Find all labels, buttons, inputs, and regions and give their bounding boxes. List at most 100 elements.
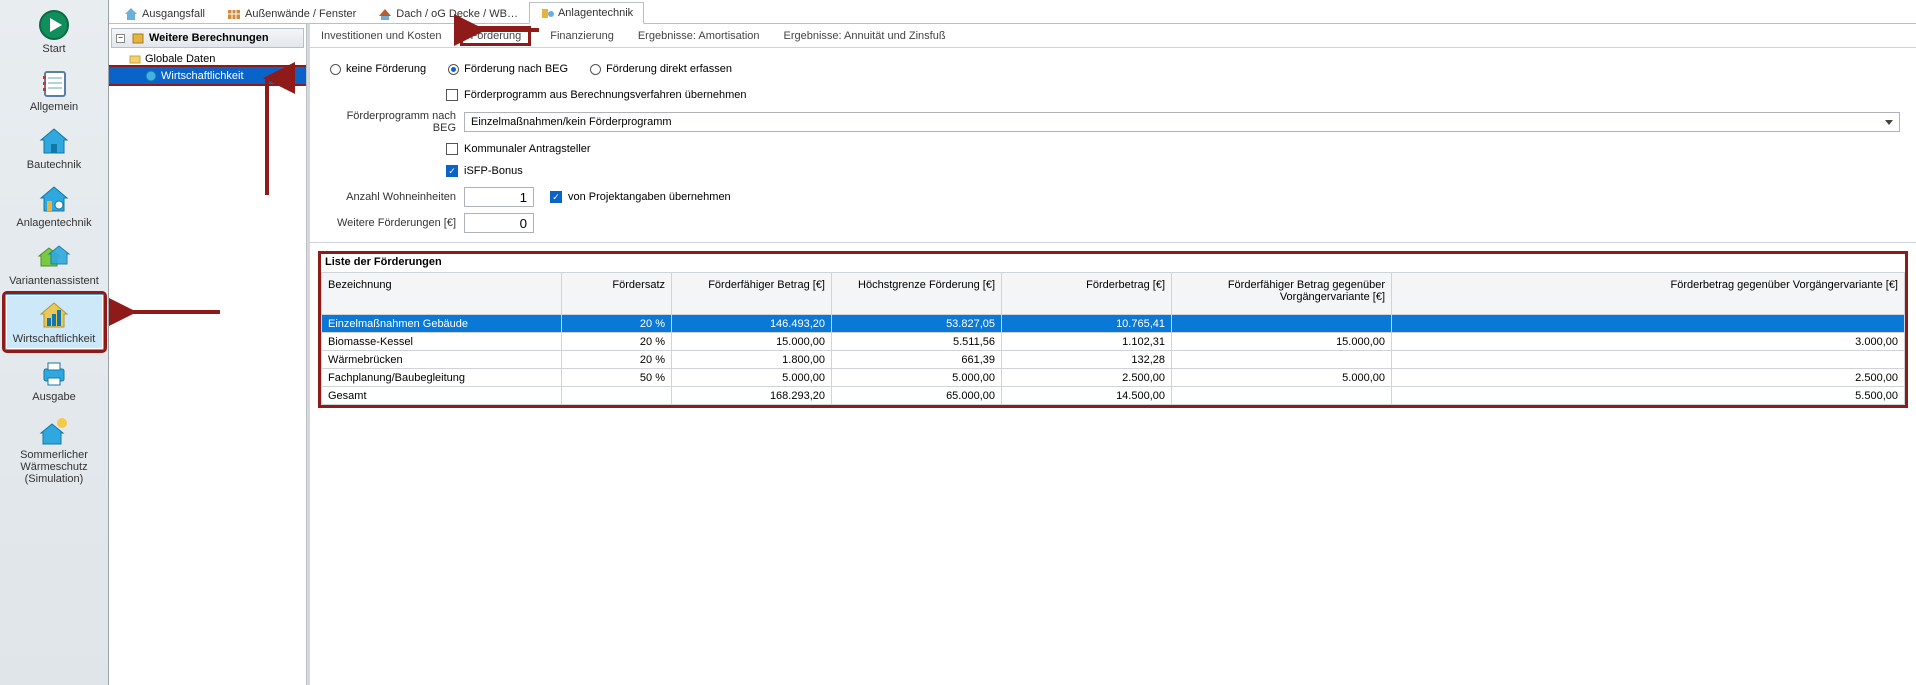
table-cell: 5.000,00 — [832, 369, 1002, 387]
tree-header-icon — [131, 31, 145, 45]
col-foerdersatz[interactable]: Fördersatz — [562, 273, 672, 315]
sidebar-item-bautechnik[interactable]: Bautechnik — [5, 120, 104, 176]
table-cell: Fachplanung/Baubegleitung — [322, 369, 562, 387]
checkbox-label: Förderprogramm aus Berechnungsverfahren … — [464, 89, 747, 101]
sidebar-item-anlagentechnik[interactable]: Anlagentechnik — [5, 178, 104, 234]
checkbox-berechnungsverfahren[interactable] — [446, 89, 458, 101]
sidebar-item-label: Start — [42, 43, 65, 55]
play-icon — [37, 8, 71, 42]
radio-foerderung-beg[interactable]: Förderung nach BEG — [448, 63, 568, 75]
subtab-amortisation[interactable]: Ergebnisse: Amortisation — [633, 28, 765, 44]
subtab-investitionen[interactable]: Investitionen und Kosten — [316, 28, 446, 44]
top-tab-anlagentechnik[interactable]: Anlagentechnik — [529, 2, 644, 24]
subtab-annuitaet[interactable]: Ergebnisse: Annuität und Zinsfuß — [779, 28, 951, 44]
table-cell: 1.102,31 — [1002, 333, 1172, 351]
radio-keine-foerderung[interactable]: keine Förderung — [330, 63, 426, 75]
sidebar-item-variantenassistent[interactable]: Variantenassistent — [5, 236, 104, 292]
checkbox-isfp[interactable] — [446, 165, 458, 177]
globe-icon — [145, 70, 157, 82]
table-cell: 5.500,00 — [1392, 387, 1905, 405]
table-cell: 65.000,00 — [832, 387, 1002, 405]
weitere-foerderungen-label: Weitere Förderungen [€] — [326, 217, 456, 229]
foerderung-radio-group: keine Förderung Förderung nach BEG Förde… — [330, 63, 732, 75]
table-cell: 168.293,20 — [672, 387, 832, 405]
tree-node-globale-daten[interactable]: Globale Daten — [109, 50, 306, 67]
table-cell: 3.000,00 — [1392, 333, 1905, 351]
sidebar-item-wirtschaftlichkeit[interactable]: Wirtschaftlichkeit — [5, 294, 104, 350]
sidebar-item-label: Allgemein — [30, 101, 78, 113]
checkbox-label: iSFP-Bonus — [464, 165, 523, 177]
weitere-foerderungen-input[interactable] — [464, 213, 534, 233]
houses-icon — [37, 240, 71, 274]
table-row[interactable]: Gesamt168.293,2065.000,0014.500,005.500,… — [322, 387, 1905, 405]
collapse-icon[interactable]: − — [116, 34, 125, 43]
sidebar-item-ausgabe[interactable]: Ausgabe — [5, 352, 104, 408]
foerderprogramm-combo[interactable]: Einzelmaßnahmen/kein Förderprogramm — [464, 112, 1900, 132]
table-row[interactable]: Biomasse-Kessel20 %15.000,005.511,561.10… — [322, 333, 1905, 351]
main-area: Ausgangsfall Außenwände / Fenster Dach /… — [109, 0, 1916, 685]
checkbox-von-projekt[interactable] — [550, 191, 562, 203]
radio-foerderung-direkt[interactable]: Förderung direkt erfassen — [590, 63, 732, 75]
table-row[interactable]: Einzelmaßnahmen Gebäude20 %146.493,2053.… — [322, 315, 1905, 333]
table-cell: 20 % — [562, 333, 672, 351]
combo-value: Einzelmaßnahmen/kein Förderprogramm — [471, 116, 672, 128]
col-foerderbetrag-vs[interactable]: Förderbetrag gegenüber Vorgängervariante… — [1392, 273, 1905, 315]
roof-icon — [378, 7, 392, 21]
content-panel: Investitionen und Kosten Förderung Finan… — [310, 24, 1916, 685]
table-cell — [1172, 315, 1392, 333]
sidebar-item-start[interactable]: Start — [5, 4, 104, 60]
top-tab-label: Dach / oG Decke / WB… — [396, 8, 518, 20]
sidebar-item-allgemein[interactable]: Allgemein — [5, 62, 104, 118]
col-foerderbetrag[interactable]: Förderbetrag [€] — [1002, 273, 1172, 315]
subtab-finanzierung[interactable]: Finanzierung — [545, 28, 619, 44]
top-tab-dach[interactable]: Dach / oG Decke / WB… — [367, 2, 529, 24]
chart-house-icon — [37, 298, 71, 332]
table-cell: Wärmebrücken — [322, 351, 562, 369]
radio-label: Förderung nach BEG — [464, 63, 568, 75]
form-area: keine Förderung Förderung nach BEG Förde… — [310, 48, 1916, 243]
col-hoechstgrenze[interactable]: Höchstgrenze Förderung [€] — [832, 273, 1002, 315]
sidebar-item-label: Sommerlicher Wärmeschutz (Simulation) — [20, 449, 88, 485]
checkbox-label: von Projektangaben übernehmen — [568, 191, 731, 203]
folder-icon — [129, 53, 141, 65]
house-blue-icon — [37, 124, 71, 158]
wall-icon — [227, 7, 241, 21]
subtab-foerderung[interactable]: Förderung — [460, 26, 531, 46]
tree-node-wirtschaftlichkeit[interactable]: Wirtschaftlichkeit — [109, 67, 306, 84]
table-cell: 132,28 — [1002, 351, 1172, 369]
table-row[interactable]: Wärmebrücken20 %1.800,00661,39132,28 — [322, 351, 1905, 369]
checkbox-label: Kommunaler Antragsteller — [464, 143, 591, 155]
radio-label: keine Förderung — [346, 63, 426, 75]
wohneinheiten-input[interactable] — [464, 187, 534, 207]
table-cell: 20 % — [562, 351, 672, 369]
table-cell — [1392, 315, 1905, 333]
col-bezeichnung[interactable]: Bezeichnung — [322, 273, 562, 315]
table-cell — [1172, 351, 1392, 369]
table-cell: 20 % — [562, 315, 672, 333]
radio-label: Förderung direkt erfassen — [606, 63, 732, 75]
table-cell: 15.000,00 — [1172, 333, 1392, 351]
subtabs: Investitionen und Kosten Förderung Finan… — [310, 24, 1916, 48]
table-caption: Liste der Förderungen — [321, 254, 1905, 272]
foerderprogramm-label: Förderprogramm nach BEG — [326, 110, 456, 134]
top-tab-aussenwaende[interactable]: Außenwände / Fenster — [216, 2, 367, 24]
table-cell: 661,39 — [832, 351, 1002, 369]
table-cell: Einzelmaßnahmen Gebäude — [322, 315, 562, 333]
table-row[interactable]: Fachplanung/Baubegleitung50 %5.000,005.0… — [322, 369, 1905, 387]
house-small-icon — [124, 7, 138, 21]
table-cell: 15.000,00 — [672, 333, 832, 351]
sidebar-item-sommerlicher[interactable]: Sommerlicher Wärmeschutz (Simulation) — [5, 410, 104, 490]
top-tab-ausgangsfall[interactable]: Ausgangsfall — [113, 2, 216, 24]
checkbox-kommunal[interactable] — [446, 143, 458, 155]
table-cell: 1.800,00 — [672, 351, 832, 369]
sidebar-item-label: Bautechnik — [27, 159, 81, 171]
sidebar-item-label: Wirtschaftlichkeit — [13, 333, 96, 345]
col-foerderfaehig[interactable]: Förderfähiger Betrag [€] — [672, 273, 832, 315]
tree-header-label: Weitere Berechnungen — [149, 32, 269, 44]
table-cell: 2.500,00 — [1392, 369, 1905, 387]
foerderungen-table: Bezeichnung Fördersatz Förderfähiger Bet… — [321, 272, 1905, 405]
table-cell: 2.500,00 — [1002, 369, 1172, 387]
col-foerderfaehig-vs[interactable]: Förderfähiger Betrag gegenüber Vorgänger… — [1172, 273, 1392, 315]
top-tabs: Ausgangsfall Außenwände / Fenster Dach /… — [109, 0, 1916, 24]
table-cell: 50 % — [562, 369, 672, 387]
